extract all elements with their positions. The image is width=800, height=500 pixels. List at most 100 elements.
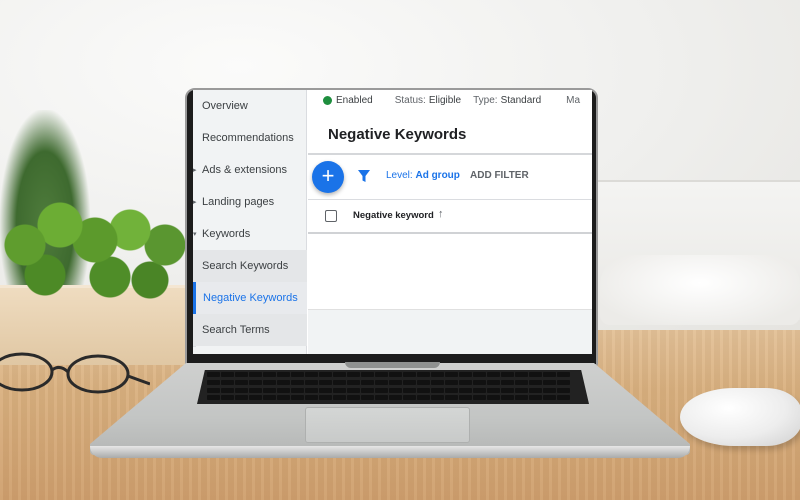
keyboard-key (431, 395, 444, 401)
keyboard-key (389, 372, 402, 377)
keyboard-key (459, 387, 472, 393)
laptop-keyboard (197, 370, 589, 404)
potted-plant (0, 185, 200, 305)
keyboard-key (473, 379, 486, 385)
sidebar-item-landing-pages[interactable]: ▸ Landing pages (193, 186, 307, 218)
table-header: Negative keyword ↑ (308, 200, 592, 232)
keyboard-key (249, 395, 262, 401)
sidebar-item-search-terms[interactable]: Search Terms (193, 314, 307, 346)
keyboard-key (291, 387, 304, 393)
column-header-negative-keyword[interactable]: Negative keyword (353, 210, 434, 221)
eyeglasses (0, 352, 150, 394)
laptop-front-edge (90, 446, 690, 458)
keyboard-key (501, 379, 514, 385)
keyboard-key (417, 372, 430, 377)
truncated-status-item: Ma (566, 94, 581, 106)
laptop-hinge (345, 362, 440, 368)
keyboard-key (459, 395, 472, 401)
table-body (308, 234, 592, 309)
keyboard-key (263, 387, 276, 393)
keyboard-key (557, 372, 570, 377)
keyboard-key (249, 372, 262, 377)
level-label: Level: (386, 170, 413, 181)
keyboard-key (543, 379, 556, 385)
keyboard-key (431, 387, 444, 393)
background-pillow (600, 255, 800, 325)
keyboard-key (319, 379, 332, 385)
keyboard-key (347, 372, 360, 377)
keyboard-key (291, 395, 304, 401)
keyboard-key (207, 379, 220, 385)
arrow-up-icon[interactable]: ↑ (438, 208, 444, 220)
keyboard-key (221, 379, 234, 385)
sidebar-item-label: Overview (202, 100, 248, 112)
keyboard-key (403, 395, 416, 401)
sidebar-item-keywords[interactable]: ▾ Keywords (193, 218, 307, 250)
keyboard-key (375, 395, 388, 401)
keyboard-key (221, 372, 234, 377)
level-value: Ad group (415, 170, 460, 181)
filter-icon[interactable] (357, 169, 371, 183)
keyboard-key (389, 379, 402, 385)
keyboard-key (347, 379, 360, 385)
keyboard-key (473, 387, 486, 393)
keyboard-key (221, 395, 234, 401)
select-all-checkbox[interactable] (325, 210, 337, 222)
keyboard-key (529, 372, 542, 377)
keyboard-key (487, 395, 500, 401)
keyboard-key (263, 395, 276, 401)
chevron-right-icon: ▸ (193, 199, 197, 206)
enabled-status-dot-icon (323, 95, 332, 105)
status-label: Status: (394, 94, 426, 106)
sidebar-item-overview[interactable]: Overview (193, 90, 307, 122)
keyboard-key (277, 395, 290, 401)
sidebar-item-search-keywords[interactable]: Search Keywords (193, 250, 307, 282)
chevron-right-icon: ▸ (193, 167, 197, 174)
keyboard-key (417, 379, 430, 385)
keyboard-key (305, 379, 318, 385)
keyboard-key (207, 372, 220, 377)
sidebar-item-negative-keywords[interactable]: Negative Keywords (193, 282, 307, 314)
laptop-trackpad (305, 407, 470, 443)
add-filter-button[interactable]: ADD FILTER (470, 170, 529, 181)
keyboard-key (543, 372, 556, 377)
type-value: Standard (500, 94, 542, 106)
chevron-down-icon: ▾ (193, 231, 197, 238)
keyboard-key (487, 387, 500, 393)
keyboard-key (403, 379, 416, 385)
keyboard-key (445, 395, 458, 401)
keyboard-key (249, 387, 262, 393)
sidebar-item-label: Negative Keywords (203, 292, 298, 304)
keyboard-key (361, 395, 374, 401)
page-title: Negative Keywords (328, 126, 467, 143)
keyboard-key (431, 379, 444, 385)
sidebar-item-label: Landing pages (202, 196, 275, 208)
keyboard-key (361, 372, 374, 377)
sidebar-item-recommendations[interactable]: Recommendations (193, 122, 307, 154)
keyboard-key (375, 372, 388, 377)
sidebar-item-ads-extensions[interactable]: ▸ Ads & extensions (193, 154, 307, 186)
keyboard-key (221, 387, 234, 393)
keyboard-key (333, 379, 346, 385)
sidebar-nav: Overview Recommendations ▸ Ads & extensi… (193, 90, 307, 354)
keyboard-key (291, 372, 304, 377)
add-keyword-button[interactable]: + (312, 161, 344, 193)
sidebar-item-label: Recommendations (202, 132, 294, 144)
table-footer (308, 309, 592, 354)
keyboard-key (333, 372, 346, 377)
keyboard-key (305, 372, 318, 377)
keyboard-key (431, 372, 444, 377)
keyboard-key (291, 379, 304, 385)
keyboard-key (515, 387, 528, 393)
keyboard-key (333, 387, 346, 393)
keyboard-key (319, 372, 332, 377)
level-filter[interactable]: Level: Ad group (386, 170, 460, 181)
filter-toolbar: + Level: Ad group ADD FILTER (308, 155, 592, 199)
keyboard-key (319, 387, 332, 393)
sidebar-item-label: Ads & extensions (202, 164, 287, 176)
type-label: Type: (473, 94, 498, 106)
keyboard-key (487, 372, 500, 377)
keyboard-key (459, 372, 472, 377)
keyboard-key (333, 395, 346, 401)
keyboard-key (347, 387, 360, 393)
